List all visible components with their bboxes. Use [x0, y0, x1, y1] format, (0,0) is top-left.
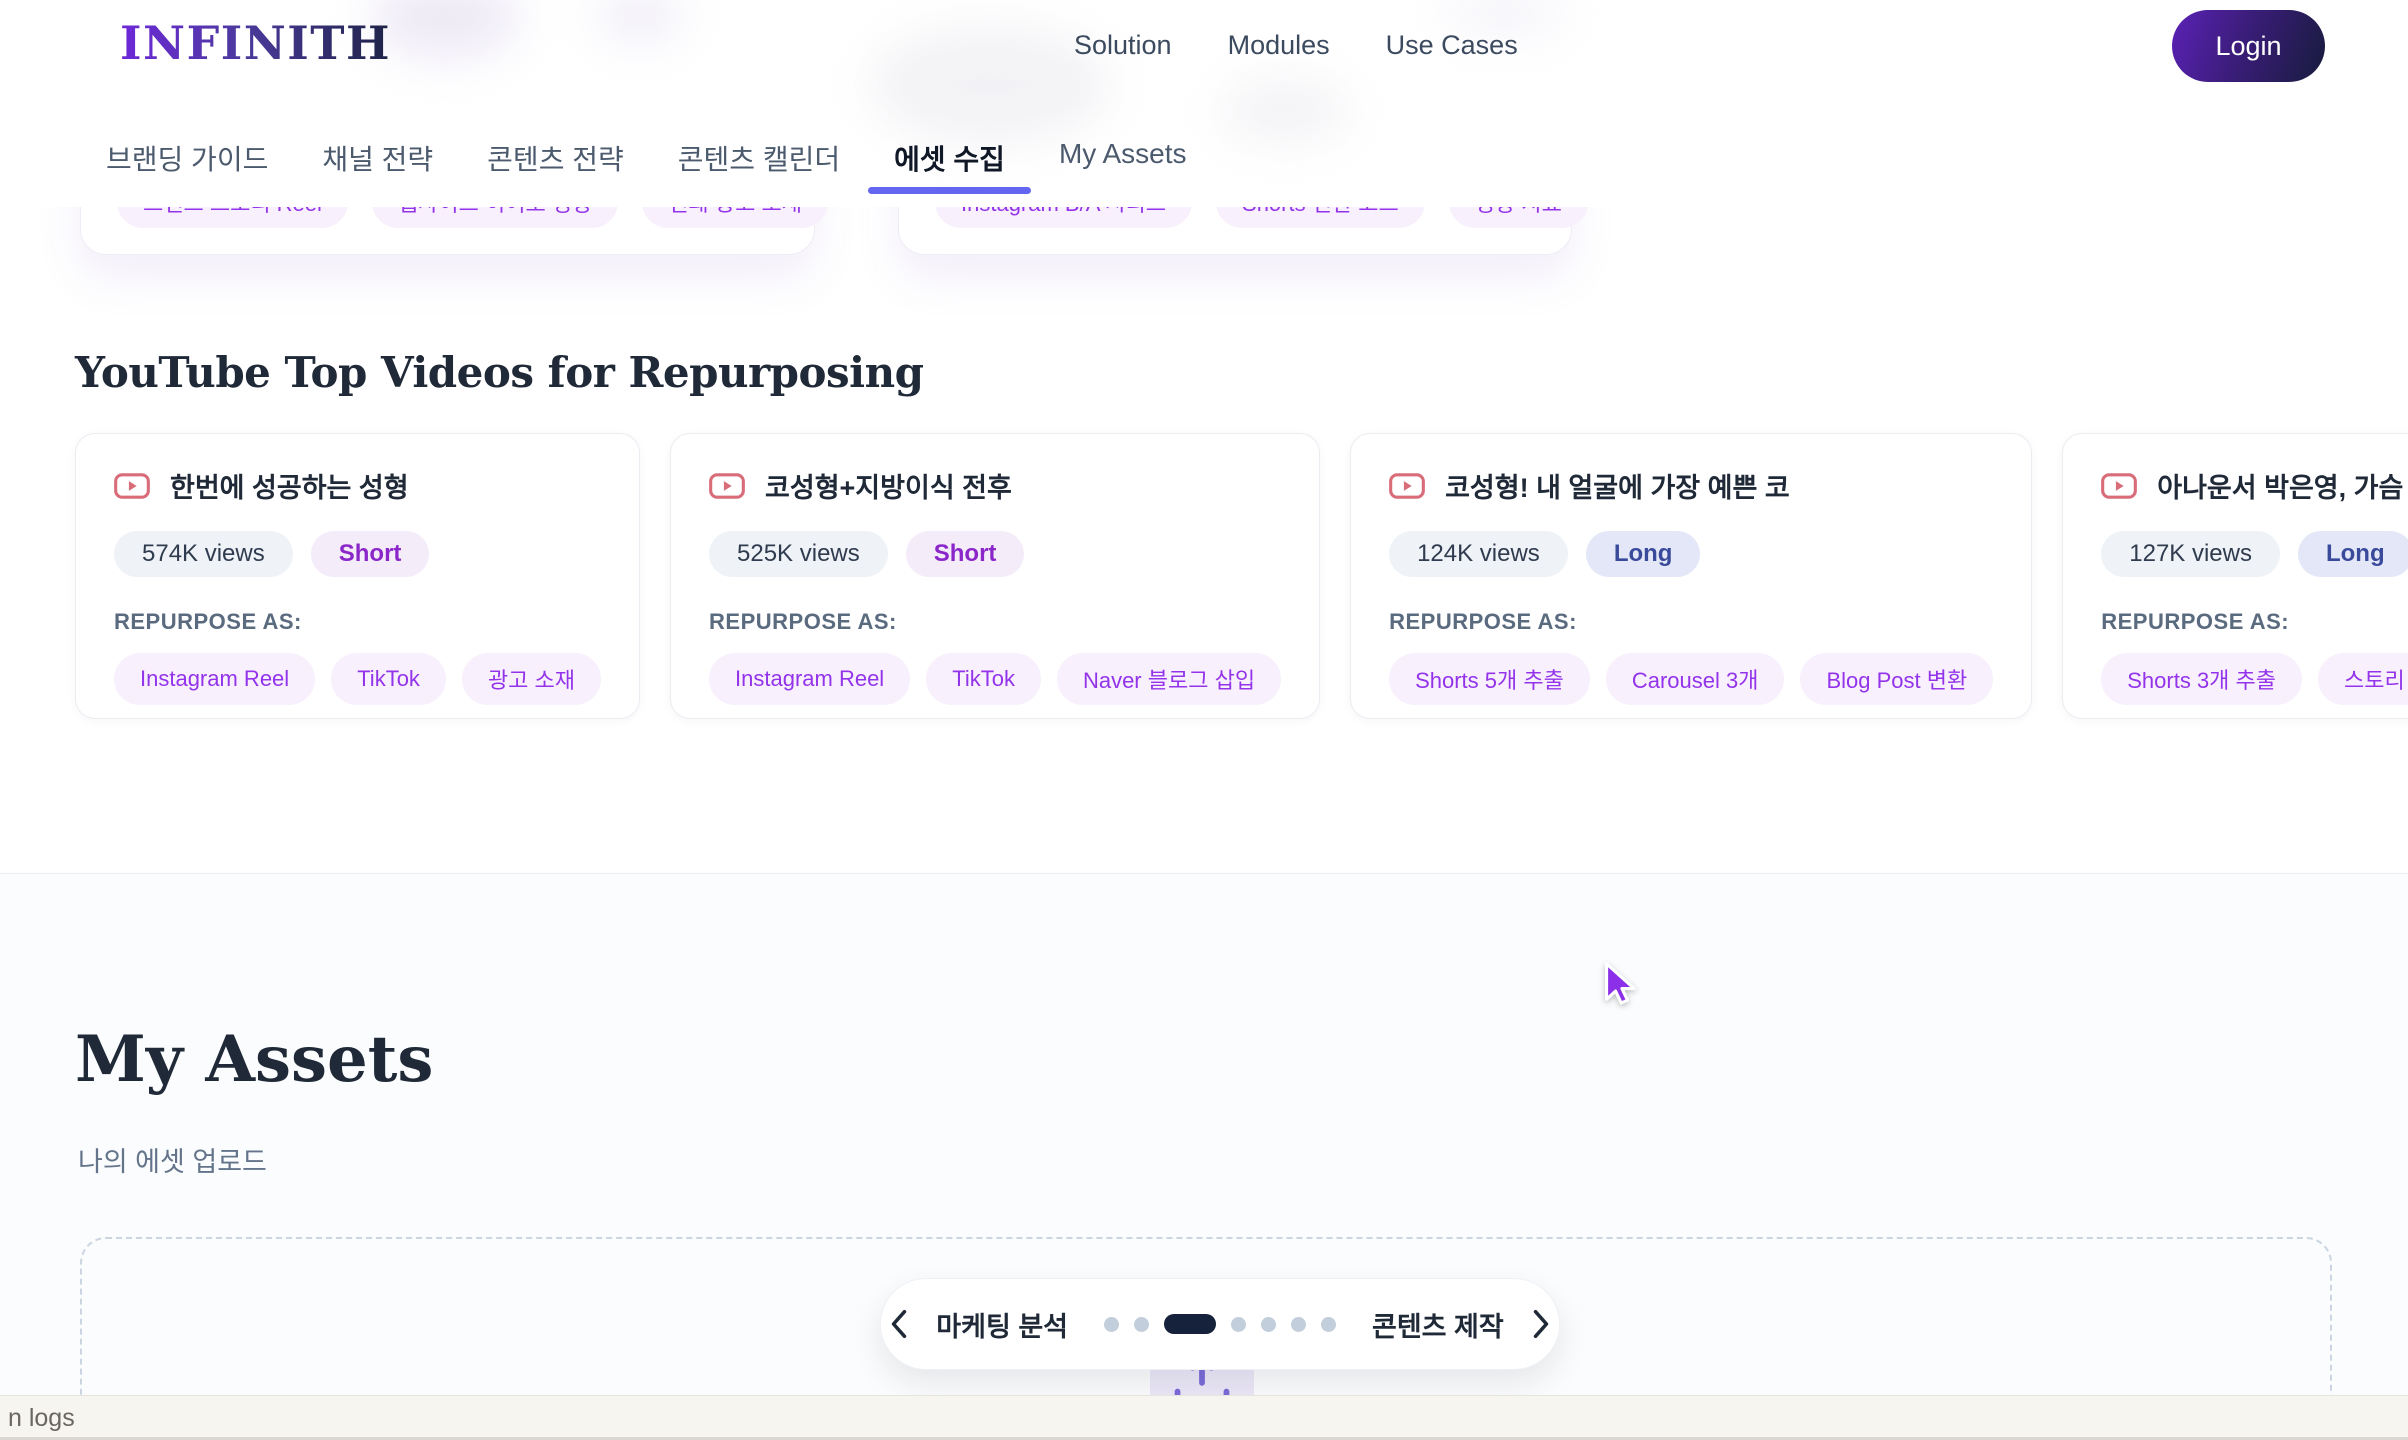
- logo[interactable]: INFINITH: [120, 16, 391, 70]
- video-title: 코성형+지방이식 전후: [765, 466, 1012, 505]
- section-title-my-assets: My Assets: [75, 1022, 433, 1097]
- decorative-blob: [370, 0, 520, 60]
- repurpose-label: REPURPOSE AS:: [114, 609, 601, 635]
- repurpose-label: REPURPOSE AS:: [1389, 609, 1993, 635]
- carousel-dot-active[interactable]: [1164, 1314, 1216, 1334]
- repurpose-tag: Instagram Reel: [709, 653, 910, 705]
- video-card[interactable]: 한번에 성공하는 성형 574K views Short REPURPOSE A…: [75, 433, 640, 719]
- views-badge: 127K views: [2101, 531, 2280, 577]
- my-assets-subtitle: 나의 에셋 업로드: [78, 1140, 267, 1179]
- views-badge: 124K views: [1389, 531, 1568, 577]
- repurpose-tag: TikTok: [331, 653, 446, 705]
- tab-content-calendar[interactable]: 콘텐츠 캘린더: [678, 138, 840, 200]
- repurpose-tag: Blog Post 변환: [1800, 653, 1993, 705]
- video-type-badge: Short: [906, 531, 1025, 577]
- login-button[interactable]: Login: [2172, 10, 2325, 82]
- video-title: 코성형! 내 얼굴에 가장 예쁜 코: [1445, 466, 1790, 505]
- tab-channel-strategy[interactable]: 채널 전략: [322, 138, 433, 200]
- repurpose-tag: Shorts 5개 추출: [1389, 653, 1590, 705]
- main-nav: Solution Modules Use Cases: [1074, 30, 1518, 61]
- repurpose-tag: Carousel 3개: [1606, 653, 1785, 705]
- youtube-icon: [709, 473, 745, 499]
- tab-my-assets[interactable]: My Assets: [1059, 138, 1187, 192]
- chevron-left-icon[interactable]: [888, 1309, 910, 1339]
- nav-item-use-cases[interactable]: Use Cases: [1386, 30, 1518, 61]
- repurpose-tag: Shorts 3개 추출: [2101, 653, 2302, 705]
- decorative-blob: [595, 0, 685, 43]
- views-badge: 525K views: [709, 531, 888, 577]
- repurpose-tag: 광고 소재: [462, 653, 601, 705]
- video-card[interactable]: 코성형+지방이식 전후 525K views Short REPURPOSE A…: [670, 433, 1320, 719]
- video-type-badge: Long: [1586, 531, 1701, 577]
- video-title: 한번에 성공하는 성형: [170, 466, 409, 505]
- video-card-grid: 한번에 성공하는 성형 574K views Short REPURPOSE A…: [75, 433, 2333, 719]
- video-card[interactable]: 아나운서 박은영, 가슴 할 결심 127K views Long REPURP…: [2062, 433, 2408, 719]
- repurpose-label: REPURPOSE AS:: [2101, 609, 2408, 635]
- repurpose-label: REPURPOSE AS:: [709, 609, 1281, 635]
- repurpose-tag: Naver 블로그 삽입: [1057, 653, 1281, 705]
- views-badge: 574K views: [114, 531, 293, 577]
- carousel-dot[interactable]: [1291, 1317, 1306, 1332]
- tab-branding-guide[interactable]: 브랜딩 가이드: [106, 138, 268, 200]
- nav-item-modules[interactable]: Modules: [1228, 30, 1330, 61]
- carousel-dots: [1104, 1314, 1336, 1334]
- status-bar-text: n logs: [8, 1404, 75, 1433]
- mouse-cursor: [1597, 960, 1643, 1006]
- status-bar: n logs: [0, 1395, 2408, 1440]
- carousel-dot[interactable]: [1231, 1317, 1246, 1332]
- video-type-badge: Long: [2298, 531, 2408, 577]
- carousel-dot[interactable]: [1261, 1317, 1276, 1332]
- chevron-right-icon[interactable]: [1530, 1309, 1552, 1339]
- video-card[interactable]: 코성형! 내 얼굴에 가장 예쁜 코 124K views Long REPUR…: [1350, 433, 2032, 719]
- decorative-blob: [1220, 78, 1350, 143]
- tab-asset-collection[interactable]: 에셋 수집: [894, 138, 1005, 200]
- app-header: INFINITH Solution Modules Use Cases Logi…: [0, 0, 2408, 207]
- carousel-prev-label[interactable]: 마케팅 분석: [936, 1305, 1068, 1344]
- youtube-icon: [1389, 473, 1425, 499]
- repurpose-tag: TikTok: [926, 653, 1041, 705]
- module-carousel: 마케팅 분석 콘텐츠 제작: [880, 1278, 1560, 1370]
- video-title: 아나운서 박은영, 가슴 할 결심: [2157, 466, 2408, 505]
- carousel-dot[interactable]: [1134, 1317, 1149, 1332]
- tab-content-strategy[interactable]: 콘텐츠 전략: [487, 138, 624, 200]
- carousel-dot[interactable]: [1321, 1317, 1336, 1332]
- carousel-dot[interactable]: [1104, 1317, 1119, 1332]
- page: 브랜드 스토리 Reel 웹사이트 히어로 영상 인쇄 광고 소재 Instag…: [0, 0, 2408, 1440]
- youtube-icon: [2101, 473, 2137, 499]
- section-title-youtube: YouTube Top Videos for Repurposing: [75, 348, 924, 397]
- carousel-next-label[interactable]: 콘텐츠 제작: [1372, 1305, 1504, 1344]
- youtube-icon: [114, 473, 150, 499]
- repurpose-tag: 스토리 시리즈: [2318, 653, 2408, 705]
- video-type-badge: Short: [311, 531, 430, 577]
- tab-bar: 브랜딩 가이드 채널 전략 콘텐츠 전략 콘텐츠 캘린더 에셋 수집 My As…: [106, 138, 1187, 200]
- repurpose-tag: Instagram Reel: [114, 653, 315, 705]
- nav-item-solution[interactable]: Solution: [1074, 30, 1172, 61]
